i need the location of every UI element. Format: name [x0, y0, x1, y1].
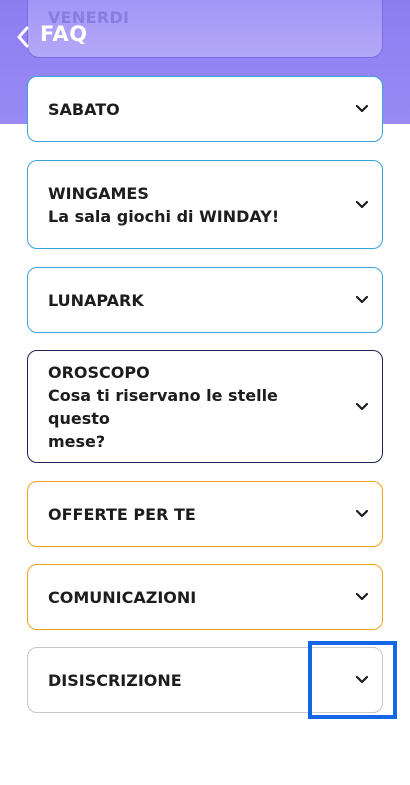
- faq-item-label: WINGAMES La sala giochi di WINDAY!: [48, 183, 280, 226]
- chevron-left-icon: [17, 26, 29, 48]
- faq-item-label: OROSCOPO Cosa ti riservano le stelle que…: [48, 362, 278, 451]
- chevron-down-icon: [355, 509, 369, 518]
- chevron-down-icon: [355, 295, 369, 304]
- faq-item-sabato[interactable]: SABATO: [27, 76, 383, 142]
- faq-item-wingames[interactable]: WINGAMES La sala giochi di WINDAY!: [27, 160, 383, 249]
- target-highlight-box: [308, 641, 397, 719]
- back-button[interactable]: [10, 22, 36, 52]
- faq-item-label: LUNAPARK: [48, 290, 144, 310]
- faq-item-offerte-per-te[interactable]: OFFERTE PER TE: [27, 481, 383, 547]
- chevron-down-icon: [355, 200, 369, 208]
- faq-item-comunicazioni[interactable]: COMUNICAZIONI: [27, 564, 383, 630]
- page-title: FAQ: [40, 22, 88, 46]
- chevron-down-icon: [355, 402, 369, 410]
- chevron-down-icon: [355, 104, 369, 113]
- faq-item-lunapark[interactable]: LUNAPARK: [27, 267, 383, 333]
- faq-item-label: SABATO: [48, 99, 120, 119]
- faq-item-label: OFFERTE PER TE: [48, 504, 196, 524]
- faq-item-oroscopo[interactable]: OROSCOPO Cosa ti riservano le stelle que…: [27, 350, 383, 463]
- faq-item-label: DISISCRIZIONE: [48, 670, 182, 690]
- chevron-down-icon: [355, 592, 369, 601]
- faq-item-label: COMUNICAZIONI: [48, 587, 197, 607]
